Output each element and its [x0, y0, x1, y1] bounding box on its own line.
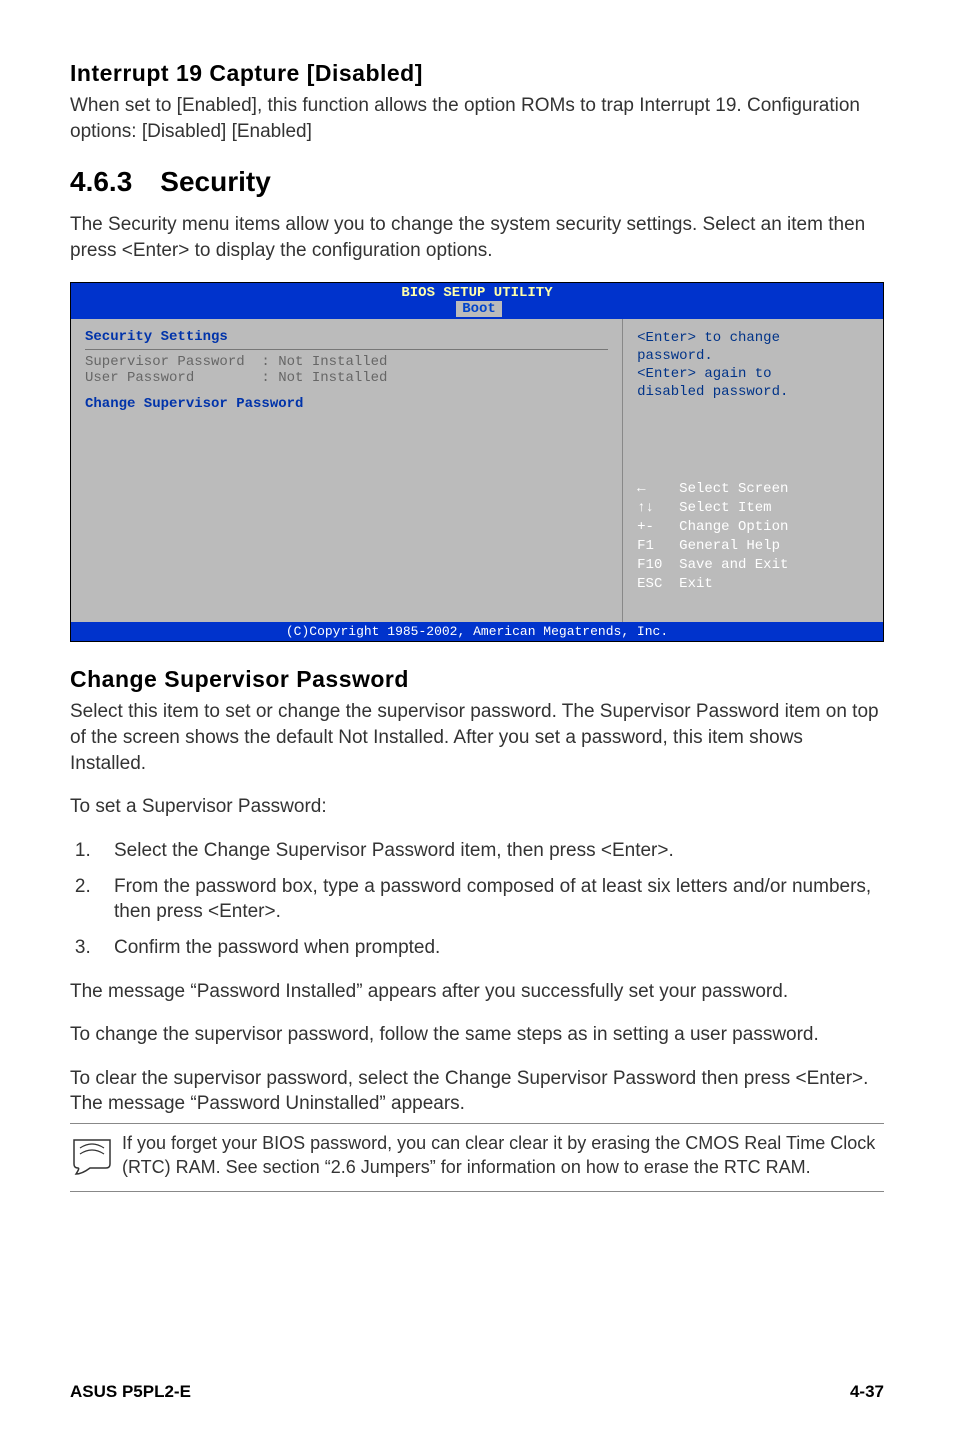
bios-body: Security Settings Supervisor Password : …: [71, 319, 883, 623]
bios-supervisor-row: Supervisor Password : Not Installed: [85, 354, 608, 370]
bios-nav-line: ESC Exit: [637, 576, 713, 592]
security-heading: 4.6.3 Security: [70, 166, 884, 198]
bios-help-line: <Enter> to change: [637, 329, 869, 347]
step-item: Confirm the password when prompted.: [96, 935, 884, 961]
bios-nav-line: +- Change Option: [637, 519, 788, 535]
change-supervisor-title: Change Supervisor Password: [70, 666, 884, 693]
change-supervisor-p3: The message “Password Installed” appears…: [70, 979, 884, 1005]
bios-divider: [85, 349, 608, 350]
interrupt-title: Interrupt 19 Capture [Disabled]: [70, 60, 884, 87]
footer-left: ASUS P5PL2-E: [70, 1382, 191, 1402]
note-text: If you forget your BIOS password, you ca…: [122, 1132, 884, 1179]
bios-change-supervisor-item: Change Supervisor Password: [85, 396, 608, 412]
note-icon: [70, 1132, 122, 1183]
change-supervisor-p5: To clear the supervisor password, select…: [70, 1066, 884, 1117]
bios-nav-line: ↑↓ Select Item: [637, 500, 771, 516]
bios-right-pane: <Enter> to change password. <Enter> agai…: [623, 319, 883, 623]
bios-help-text: <Enter> to change password. <Enter> agai…: [637, 329, 869, 402]
bios-user-row: User Password : Not Installed: [85, 370, 608, 386]
bios-left-pane: Security Settings Supervisor Password : …: [71, 319, 623, 623]
change-supervisor-p2: To set a Supervisor Password:: [70, 794, 884, 820]
bios-tab-boot: Boot: [456, 301, 502, 317]
bios-header-title: BIOS SETUP UTILITY: [401, 285, 552, 301]
bios-settings-heading: Security Settings: [85, 329, 608, 345]
section-title-text: Security: [160, 166, 271, 197]
steps-list: Select the Change Supervisor Password it…: [70, 838, 884, 961]
note-row: If you forget your BIOS password, you ca…: [70, 1123, 884, 1192]
bios-help-line: password.: [637, 347, 869, 365]
bios-help-line: <Enter> again to: [637, 365, 869, 383]
section-number: 4.6.3: [70, 166, 132, 198]
change-supervisor-p4: To change the supervisor password, follo…: [70, 1022, 884, 1048]
step-item: From the password box, type a password c…: [96, 874, 884, 925]
bios-screenshot: BIOS SETUP UTILITY Boot Security Setting…: [70, 282, 884, 643]
change-supervisor-p1: Select this item to set or change the su…: [70, 699, 884, 776]
bios-help-line: disabled password.: [637, 383, 869, 401]
bios-footer: (C)Copyright 1985-2002, American Megatre…: [71, 622, 883, 641]
page-footer: ASUS P5PL2-E 4-37: [70, 1382, 884, 1402]
interrupt-desc: When set to [Enabled], this function all…: [70, 93, 884, 144]
security-intro: The Security menu items allow you to cha…: [70, 212, 884, 263]
bios-nav-line: ← Select Screen: [637, 481, 788, 497]
bios-nav-help: ← Select Screen ↑↓ Select Item +- Change…: [637, 461, 869, 612]
bios-nav-line: F1 General Help: [637, 538, 780, 554]
bios-header: BIOS SETUP UTILITY Boot: [71, 283, 883, 319]
footer-right: 4-37: [850, 1382, 884, 1402]
step-item: Select the Change Supervisor Password it…: [96, 838, 884, 864]
bios-nav-line: F10 Save and Exit: [637, 557, 788, 573]
